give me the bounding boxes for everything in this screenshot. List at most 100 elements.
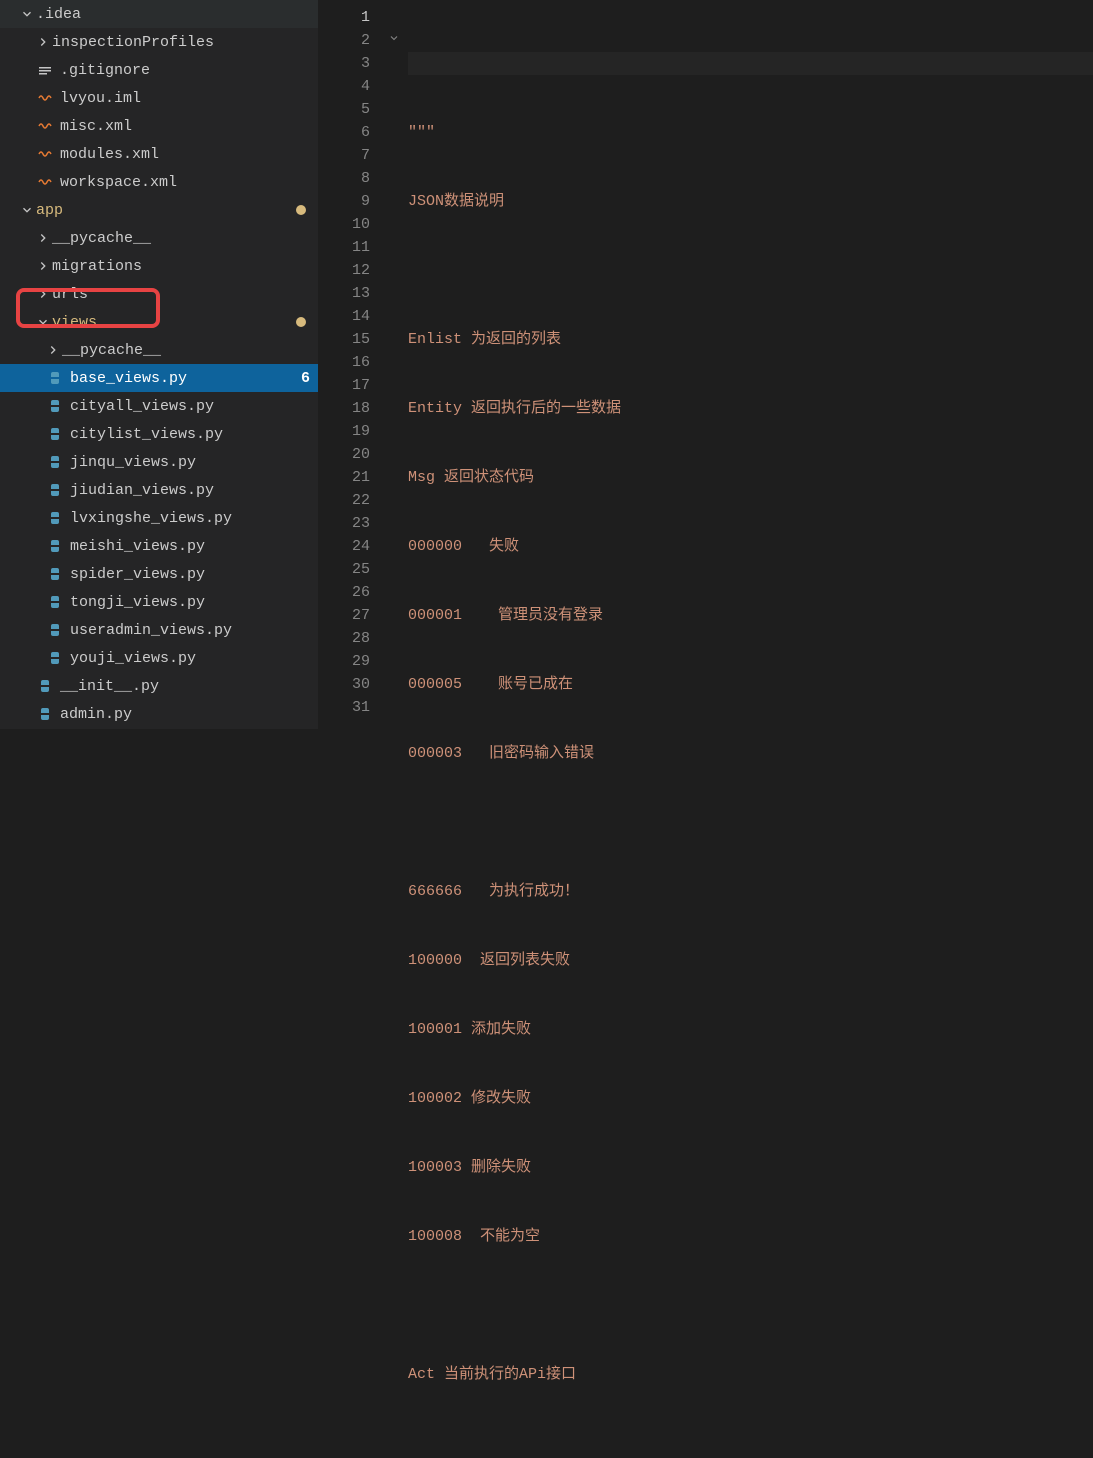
file-modules-xml[interactable]: modules.xml — [0, 140, 318, 168]
python-icon — [36, 677, 54, 695]
file-label: __init__.py — [60, 678, 310, 695]
python-icon — [36, 705, 54, 723]
file-lvxingshe-views[interactable]: lvxingshe_views.py — [0, 504, 318, 532]
code-text: 000001 管理员没有登录 — [408, 607, 603, 624]
file-label: cityall_views.py — [70, 398, 310, 415]
code-text: 100001 添加失败 — [408, 1021, 531, 1038]
file-label: .gitignore — [60, 62, 310, 79]
file-label: misc.xml — [60, 118, 310, 135]
file-admin-py[interactable]: admin.py — [0, 700, 318, 728]
python-icon — [46, 509, 64, 527]
file-lvyou-iml[interactable]: lvyou.iml — [0, 84, 318, 112]
file-label: lvxingshe_views.py — [70, 510, 310, 527]
code-text: 000003 旧密码输入错误 — [408, 745, 594, 762]
code-text: 666666 为执行成功！ — [408, 883, 579, 900]
line-number-gutter: 12345678910 11121314151617181920 2122232… — [318, 0, 388, 729]
file-label: meishi_views.py — [70, 538, 310, 555]
file-youji-views[interactable]: youji_views.py — [0, 644, 318, 672]
file-label: admin.py — [60, 706, 310, 723]
code-text: JSON数据说明 — [408, 193, 504, 210]
problems-badge: 6 — [301, 370, 310, 387]
xml-icon — [36, 145, 54, 163]
iml-icon — [36, 89, 54, 107]
python-icon — [46, 369, 64, 387]
code-text: 100008 不能为空 — [408, 1228, 540, 1245]
file-spider-views[interactable]: spider_views.py — [0, 560, 318, 588]
python-icon — [46, 621, 64, 639]
file-label: jinqu_views.py — [70, 454, 310, 471]
code-text: 100003 删除失败 — [408, 1159, 531, 1176]
fold-gutter[interactable] — [388, 0, 408, 729]
modified-dot-icon — [296, 317, 306, 327]
chevron-down-icon — [36, 315, 50, 329]
file-label: lvyou.iml — [60, 90, 310, 107]
chevron-right-icon — [36, 287, 50, 301]
folder-inspection-profiles[interactable]: inspectionProfiles — [0, 28, 318, 56]
file-label: workspace.xml — [60, 174, 310, 191]
file-label: jiudian_views.py — [70, 482, 310, 499]
file-explorer[interactable]: .idea inspectionProfiles .gitignore lvyo… — [0, 0, 318, 729]
python-icon — [46, 649, 64, 667]
modified-dot-icon — [296, 205, 306, 215]
folder-pycache-app[interactable]: __pycache__ — [0, 224, 318, 252]
file-jiudian-views[interactable]: jiudian_views.py — [0, 476, 318, 504]
code-text: 100002 修改失败 — [408, 1090, 531, 1107]
folder-views[interactable]: views — [0, 308, 318, 336]
chevron-right-icon — [46, 343, 60, 357]
folder-migrations[interactable]: migrations — [0, 252, 318, 280]
code-text: """ — [408, 124, 435, 141]
chevron-down-icon — [20, 203, 34, 217]
file-workspace-xml[interactable]: workspace.xml — [0, 168, 318, 196]
file-jinqu-views[interactable]: jinqu_views.py — [0, 448, 318, 476]
file-citylist-views[interactable]: citylist_views.py — [0, 420, 318, 448]
python-icon — [46, 537, 64, 555]
chevron-right-icon — [36, 259, 50, 273]
file-label: useradmin_views.py — [70, 622, 310, 639]
folder-label: views — [52, 314, 296, 331]
code-text: 000005 账号已成在 — [408, 676, 573, 693]
xml-icon — [36, 117, 54, 135]
code-text: 100000 返回列表失败 — [408, 952, 570, 969]
folder-label: __pycache__ — [52, 230, 310, 247]
folder-app[interactable]: app — [0, 196, 318, 224]
folder-label: .idea — [36, 6, 310, 23]
code-text: Msg 返回状态代码 — [408, 469, 534, 486]
python-icon — [46, 453, 64, 471]
folder-label: migrations — [52, 258, 310, 275]
code-text: 000000 失败 — [408, 538, 519, 555]
folder-label: inspectionProfiles — [52, 34, 310, 51]
file-useradmin-views[interactable]: useradmin_views.py — [0, 616, 318, 644]
code-text: Enlist 为返回的列表 — [408, 331, 561, 348]
folder-pycache-views[interactable]: __pycache__ — [0, 336, 318, 364]
code-editor[interactable]: 12345678910 11121314151617181920 2122232… — [318, 0, 1093, 729]
file-label: youji_views.py — [70, 650, 310, 667]
file-label: citylist_views.py — [70, 426, 310, 443]
file-base-views[interactable]: base_views.py 6 — [0, 364, 318, 392]
folder-label: __pycache__ — [62, 342, 310, 359]
file-label: tongji_views.py — [70, 594, 310, 611]
code-text: Act 当前执行的APi接口 — [408, 1366, 576, 1383]
folder-label: app — [36, 202, 296, 219]
file-label: base_views.py — [70, 370, 301, 387]
chevron-down-icon[interactable] — [388, 29, 400, 52]
python-icon — [46, 565, 64, 583]
python-icon — [46, 481, 64, 499]
file-label: spider_views.py — [70, 566, 310, 583]
folder-label: urls — [52, 286, 310, 303]
folder-urls[interactable]: urls — [0, 280, 318, 308]
code-content[interactable]: """ JSON数据说明 Enlist 为返回的列表 Entity 返回执行后的… — [408, 0, 1093, 729]
folder-idea[interactable]: .idea — [0, 0, 318, 28]
python-icon — [46, 397, 64, 415]
chevron-right-icon — [36, 35, 50, 49]
python-icon — [46, 593, 64, 611]
file-gitignore[interactable]: .gitignore — [0, 56, 318, 84]
chevron-right-icon — [36, 231, 50, 245]
file-init-py[interactable]: __init__.py — [0, 672, 318, 700]
file-tongji-views[interactable]: tongji_views.py — [0, 588, 318, 616]
chevron-down-icon — [20, 7, 34, 21]
file-misc-xml[interactable]: misc.xml — [0, 112, 318, 140]
gitignore-icon — [36, 61, 54, 79]
file-meishi-views[interactable]: meishi_views.py — [0, 532, 318, 560]
file-cityall-views[interactable]: cityall_views.py — [0, 392, 318, 420]
file-label: modules.xml — [60, 146, 310, 163]
